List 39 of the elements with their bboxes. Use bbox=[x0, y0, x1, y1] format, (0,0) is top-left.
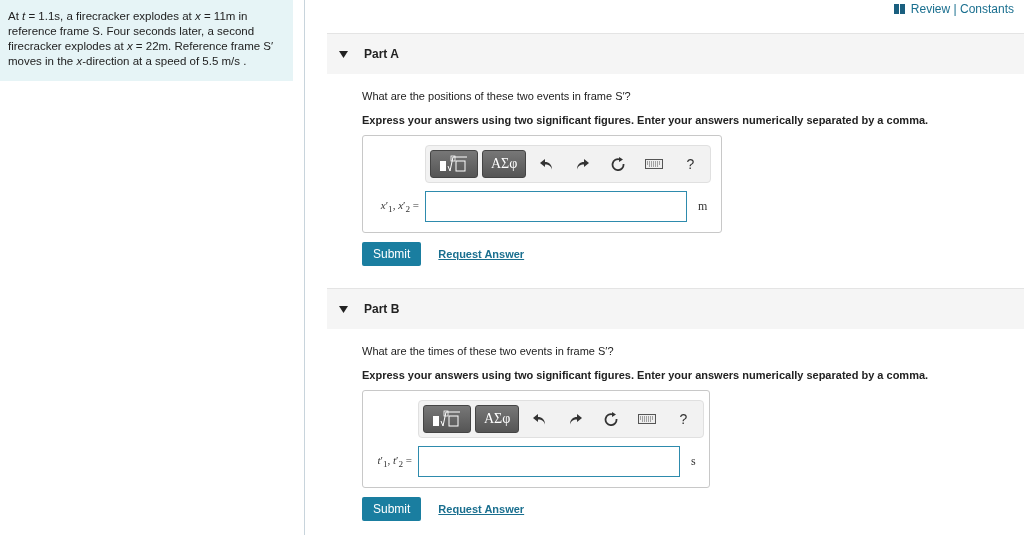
redo-icon bbox=[575, 158, 589, 170]
reset-icon bbox=[604, 412, 619, 426]
radical-template-icon bbox=[439, 155, 469, 173]
part-title: Part A bbox=[364, 47, 399, 61]
help-button[interactable]: ? bbox=[667, 405, 700, 433]
undo-icon bbox=[532, 413, 546, 425]
answer-label: t′$_{1}$, t′$_{2}$ = bbox=[377, 453, 412, 466]
radical-template-icon bbox=[432, 410, 462, 428]
instruction-text: Express your answers using two significant figures. Enter your answers numerically separated by a comma. bbox=[362, 369, 930, 381]
redo-icon bbox=[568, 413, 582, 425]
question-text: What are the times of these two events in frame S′? bbox=[362, 345, 615, 357]
help-button[interactable]: ? bbox=[674, 150, 707, 178]
reset-icon bbox=[611, 157, 626, 171]
caret-down-icon bbox=[339, 50, 348, 58]
answer-input[interactable] bbox=[418, 446, 680, 477]
keyboard-icon bbox=[645, 159, 664, 169]
greek-symbols-button[interactable]: ΑΣφ bbox=[475, 405, 520, 433]
undo-icon bbox=[539, 158, 553, 170]
part-title: Part B bbox=[364, 302, 400, 316]
submit-button[interactable]: Submit bbox=[362, 242, 422, 266]
unit-label: m bbox=[698, 199, 708, 214]
caret-down-icon bbox=[339, 305, 348, 313]
review-constants-link[interactable]: Review | Constants bbox=[893, 2, 1014, 16]
submit-button[interactable]: Submit bbox=[362, 497, 422, 521]
question-text: What are the positions of these two events in frame S′? bbox=[362, 90, 632, 102]
part-header[interactable]: Part B bbox=[327, 288, 1024, 329]
problem-text: At t = 1.1s, a firecracker explodes at x = 11m in reference frame S. Four seconds later, a second firecracker explodes at x = 22m. Reference frame S′ moves in the x-direction at a speed of 5.5 m/s . bbox=[8, 10, 274, 67]
unit-label: s bbox=[691, 454, 696, 469]
book-icon bbox=[893, 4, 906, 14]
request-answer-link[interactable]: Request Answer bbox=[438, 248, 525, 260]
greek-symbols-button[interactable]: ΑΣφ bbox=[482, 150, 527, 178]
instruction-text: Express your answers using two significant figures. Enter your answers numerically separated by a comma. bbox=[362, 114, 930, 126]
part-header[interactable]: Part A bbox=[327, 33, 1024, 74]
answer-input[interactable] bbox=[425, 191, 687, 222]
keyboard-icon bbox=[638, 414, 657, 424]
request-answer-link[interactable]: Request Answer bbox=[438, 503, 525, 515]
templates-button[interactable] bbox=[430, 150, 478, 178]
templates-button[interactable] bbox=[423, 405, 471, 433]
answer-label: x′$_{1}$, x′$_{2}$ = bbox=[380, 198, 419, 211]
